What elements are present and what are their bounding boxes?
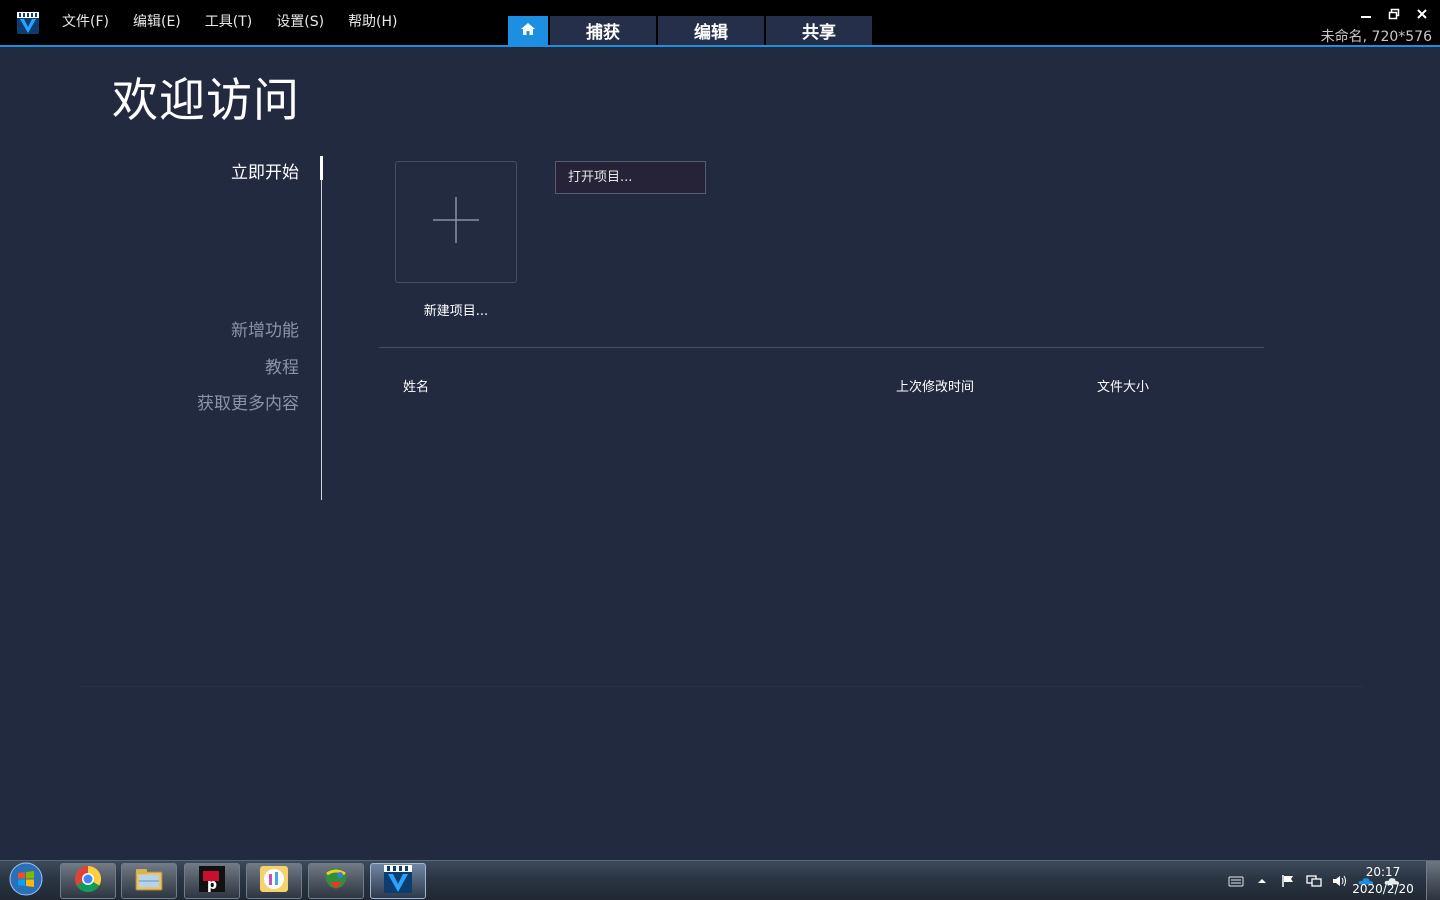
nav-tutorials[interactable]: 教程 <box>265 353 299 378</box>
home-icon <box>520 21 536 41</box>
welcome-side-nav: 立即开始 新增功能 教程 获取更多内容 <box>150 156 323 500</box>
column-header-name[interactable]: 姓名 <box>403 376 429 395</box>
taskbar-chrome[interactable] <box>60 863 116 899</box>
title-bar: 文件(F) 编辑(E) 工具(T) 设置(S) 帮助(H) 捕获 编辑 共享 未… <box>0 0 1440 47</box>
restore-button[interactable] <box>1386 6 1402 22</box>
new-project-button[interactable] <box>395 161 517 283</box>
page-title: 欢迎访问 <box>112 73 300 127</box>
menu-bar: 文件(F) 编辑(E) 工具(T) 设置(S) 帮助(H) <box>50 0 410 45</box>
menu-file[interactable]: 文件(F) <box>50 0 121 45</box>
open-project-button[interactable]: 打开项目... <box>555 161 706 194</box>
mp-app-icon: p <box>198 865 226 897</box>
show-hidden-icons-icon[interactable] <box>1254 873 1270 889</box>
project-info: 未命名, 720*576 <box>1320 29 1432 45</box>
minimize-button[interactable] <box>1358 6 1374 22</box>
video-studio-icon <box>383 864 413 898</box>
nav-new-features[interactable]: 新增功能 <box>231 316 299 341</box>
file-explorer-icon <box>134 866 164 896</box>
taskbar: p 20:17 2020/2/20 <box>0 860 1440 900</box>
windows-start-icon <box>9 862 43 900</box>
workspace-tabs: 捕获 编辑 共享 <box>508 16 874 45</box>
svg-text:p: p <box>207 877 217 893</box>
system-clock[interactable]: 20:17 2020/2/20 <box>1348 864 1418 898</box>
app-logo-icon[interactable] <box>16 11 40 35</box>
nav-start-now[interactable]: 立即开始 <box>231 158 299 183</box>
column-header-size[interactable]: 文件大小 <box>1097 376 1149 395</box>
taskbar-downloader[interactable] <box>308 863 364 899</box>
menu-help[interactable]: 帮助(H) <box>336 0 409 45</box>
clock-time: 20:17 <box>1365 865 1401 879</box>
keyboard-icon[interactable] <box>1228 873 1244 889</box>
new-project-label[interactable]: 新建项目... <box>395 300 517 319</box>
menu-edit[interactable]: 编辑(E) <box>121 0 193 45</box>
tab-capture[interactable]: 捕获 <box>550 16 656 45</box>
column-header-modified[interactable]: 上次修改时间 <box>896 376 974 395</box>
chrome-icon <box>74 865 102 897</box>
close-button[interactable] <box>1414 6 1430 22</box>
volume-icon[interactable] <box>1332 873 1348 889</box>
taskbar-video-studio[interactable] <box>370 863 426 899</box>
taskbar-file-explorer[interactable] <box>121 863 177 899</box>
network-icon[interactable] <box>1306 873 1322 889</box>
nav-get-more[interactable]: 获取更多内容 <box>197 389 299 414</box>
show-desktop-button[interactable] <box>1426 861 1440 900</box>
taskbar-i1-app[interactable] <box>246 863 302 899</box>
divider <box>379 347 1264 348</box>
clock-date: 2020/2/20 <box>1352 882 1414 896</box>
downloader-icon <box>321 865 351 897</box>
start-button[interactable] <box>6 862 46 900</box>
tab-share[interactable]: 共享 <box>766 16 872 45</box>
plus-icon <box>431 195 481 249</box>
menu-settings[interactable]: 设置(S) <box>264 0 336 45</box>
tab-home[interactable] <box>508 16 548 45</box>
divider <box>80 686 1365 687</box>
menu-tools[interactable]: 工具(T) <box>193 0 264 45</box>
action-center-flag-icon[interactable] <box>1280 873 1296 889</box>
taskbar-mp-app[interactable]: p <box>184 863 240 899</box>
i1-app-icon <box>259 865 289 897</box>
nav-active-indicator <box>320 156 323 180</box>
tab-edit[interactable]: 编辑 <box>658 16 764 45</box>
window-controls <box>1358 6 1430 22</box>
